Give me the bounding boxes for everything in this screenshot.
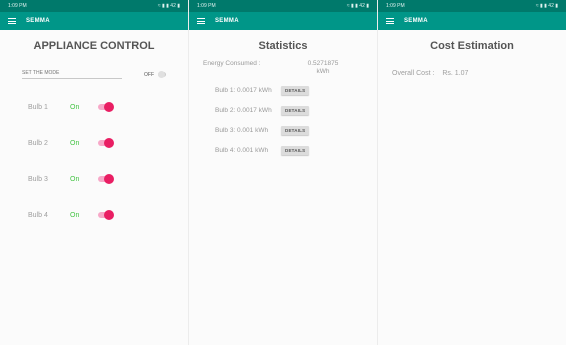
- details-button[interactable]: DETAILS: [281, 85, 310, 95]
- status-bar: 1:09 PM ≈ ▮ ▮ 42 ▮: [378, 0, 566, 12]
- status-bar: 1:09 PM ≈ ▮ ▮ 42 ▮: [0, 0, 188, 12]
- menu-icon[interactable]: [8, 18, 16, 24]
- details-button[interactable]: DETAILS: [281, 125, 310, 135]
- app-bar: SEMMA: [0, 12, 188, 30]
- bulb-state: On: [70, 211, 80, 219]
- bulb-row: Bulb 4 On: [28, 197, 188, 233]
- page-title: APPLIANCE CONTROL: [33, 40, 155, 52]
- app-title: SEMMA: [26, 18, 50, 24]
- bulb-state: On: [70, 175, 80, 183]
- bulb-label: Bulb 2: [28, 139, 48, 147]
- status-time: 1:09 PM: [386, 3, 405, 9]
- mode-toggle[interactable]: OFF: [144, 71, 166, 78]
- menu-icon[interactable]: [386, 18, 394, 24]
- appliance-control-screen: 1:09 PM ≈ ▮ ▮ 42 ▮ SEMMA APPLIANCE CONTR…: [0, 0, 189, 345]
- status-icons: ≈ ▮ ▮ 42 ▮: [535, 3, 558, 9]
- stat-row: Bulb 4: 0.001 kWh DETAILS: [215, 140, 377, 160]
- status-bar: 1:09 PM ≈ ▮ ▮ 42 ▮: [189, 0, 377, 12]
- bulb-label: Bulb 4: [28, 211, 48, 219]
- bulb-label: Bulb 1: [28, 103, 48, 111]
- stat-label: Bulb 1:: [215, 86, 236, 94]
- stat-row: Bulb 1: 0.0017 kWh DETAILS: [215, 80, 377, 100]
- energy-consumed: Energy Consumed : 0.5271875 kWh: [203, 60, 367, 76]
- energy-value: 0.5271875: [307, 60, 339, 67]
- statistics-screen: 1:09 PM ≈ ▮ ▮ 42 ▮ SEMMA Statistics Ener…: [189, 0, 378, 345]
- stat-row: Bulb 3: 0.001 kWh DETAILS: [215, 120, 377, 140]
- stat-row: Bulb 2: 0.0017 kWh DETAILS: [215, 100, 377, 120]
- switch-knob: [104, 102, 114, 112]
- energy-label: Energy Consumed :: [203, 60, 261, 67]
- bulb-4-switch[interactable]: [98, 210, 114, 220]
- page-title: Statistics: [258, 40, 308, 52]
- bulb-row: Bulb 1 On: [28, 89, 188, 125]
- app-title: SEMMA: [404, 18, 428, 24]
- bulb-state: On: [70, 139, 80, 147]
- mode-switch[interactable]: [158, 71, 166, 78]
- overall-cost-label: Overall Cost :: [392, 70, 435, 77]
- menu-icon[interactable]: [197, 18, 205, 24]
- bulb-3-switch[interactable]: [98, 174, 114, 184]
- page-title: Cost Estimation: [430, 40, 514, 52]
- stat-label: Bulb 2:: [215, 106, 236, 114]
- stat-value: 0.001 kWh: [237, 126, 269, 134]
- stat-value: 0.0017 kWh: [237, 106, 272, 114]
- details-button[interactable]: DETAILS: [281, 145, 310, 155]
- energy-value-block: 0.5271875 kWh: [279, 60, 367, 76]
- mode-input[interactable]: [22, 70, 122, 79]
- energy-unit: kWh: [316, 68, 330, 75]
- app-title: SEMMA: [215, 18, 239, 24]
- details-button[interactable]: DETAILS: [281, 105, 310, 115]
- stat-label: Bulb 4:: [215, 146, 236, 154]
- bulb-state: On: [70, 103, 80, 111]
- mode-row: OFF: [22, 70, 176, 79]
- switch-knob: [104, 174, 114, 184]
- switch-knob: [104, 210, 114, 220]
- app-bar: SEMMA: [378, 12, 566, 30]
- status-icons: ≈ ▮ ▮ 42 ▮: [346, 3, 369, 9]
- bulb-list: Bulb 1 On Bulb 2 On Bulb 3 On Bulb 4 On: [0, 89, 188, 233]
- app-bar: SEMMA: [189, 12, 377, 30]
- stat-value: 0.0017 kWh: [237, 86, 272, 94]
- stat-label: Bulb 3:: [215, 126, 236, 134]
- cost-estimation-screen: 1:09 PM ≈ ▮ ▮ 42 ▮ SEMMA Cost Estimation…: [378, 0, 566, 345]
- stat-value: 0.001 kWh: [237, 146, 269, 154]
- bulb-1-switch[interactable]: [98, 102, 114, 112]
- status-time: 1:09 PM: [8, 3, 27, 9]
- status-icons: ≈ ▮ ▮ 42 ▮: [157, 3, 180, 9]
- mode-toggle-label: OFF: [144, 71, 154, 78]
- switch-knob: [104, 138, 114, 148]
- screens-container: 1:09 PM ≈ ▮ ▮ 42 ▮ SEMMA APPLIANCE CONTR…: [0, 0, 566, 345]
- overall-cost: Overall Cost : Rs. 1.07: [392, 70, 566, 77]
- status-time: 1:09 PM: [197, 3, 216, 9]
- bulb-2-switch[interactable]: [98, 138, 114, 148]
- bulb-row: Bulb 2 On: [28, 125, 188, 161]
- bulb-row: Bulb 3 On: [28, 161, 188, 197]
- stats-list: Bulb 1: 0.0017 kWh DETAILS Bulb 2: 0.001…: [189, 80, 377, 160]
- bulb-label: Bulb 3: [28, 175, 48, 183]
- overall-cost-value: Rs. 1.07: [442, 70, 469, 77]
